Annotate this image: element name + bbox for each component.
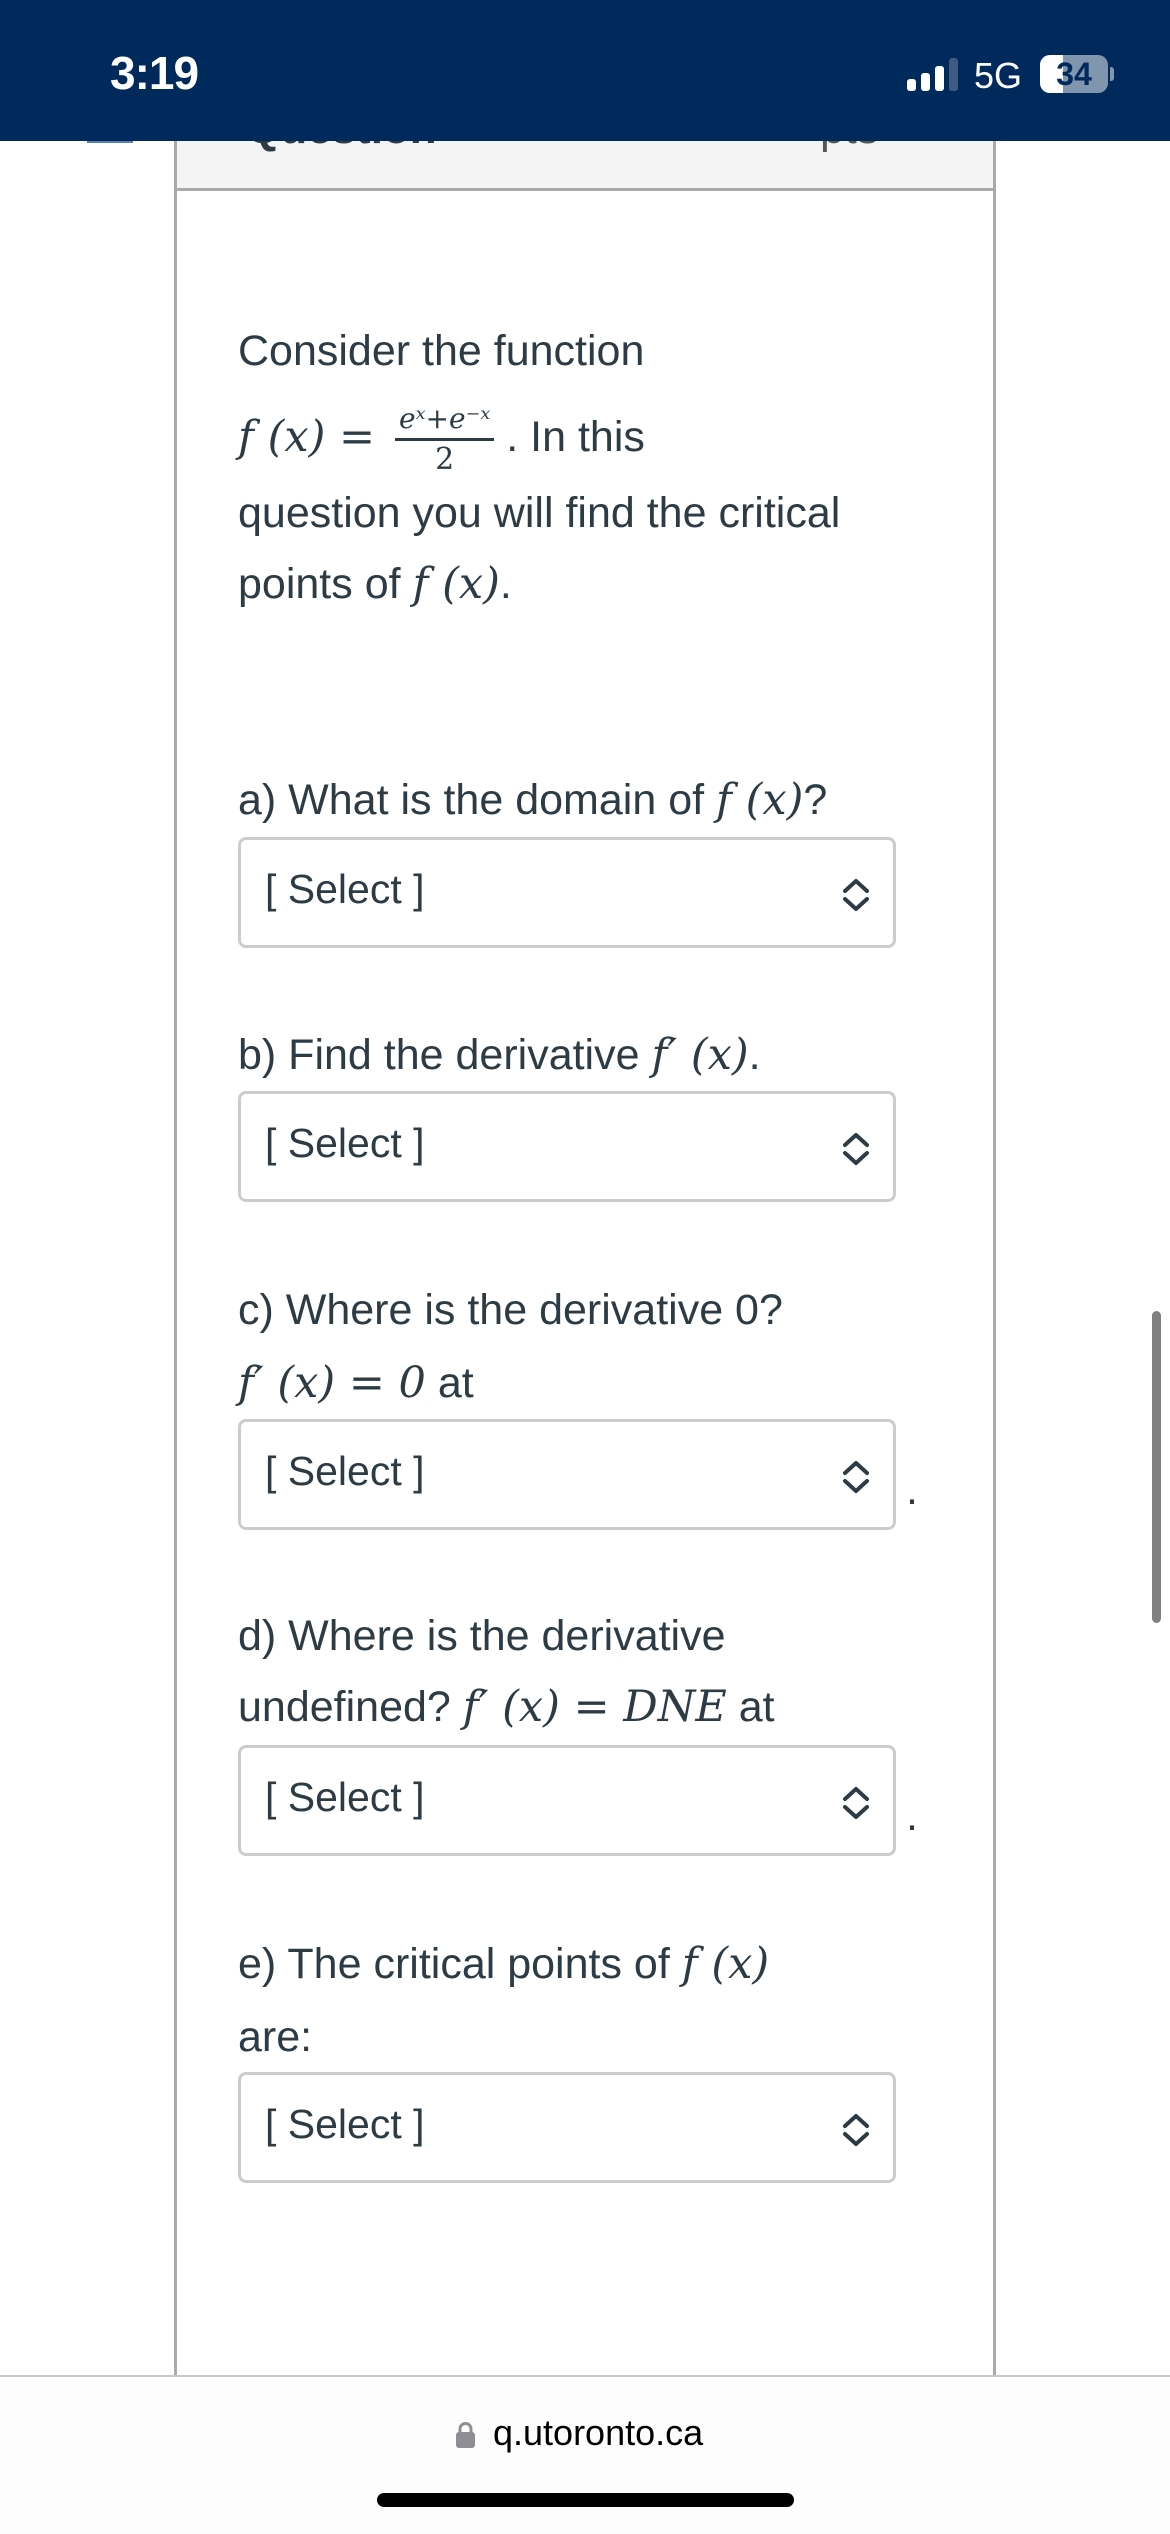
part-d-label: d) Where is the derivative <box>238 1612 726 1660</box>
part-b-text: b) Find the derivative <box>238 1031 640 1079</box>
browser-bottom-bar <box>0 2375 1170 2534</box>
part-c-select[interactable]: [ Select ] <box>238 1419 896 1530</box>
part-c-label: c) Where is the derivative 0? <box>238 1286 783 1334</box>
part-a-label: a) What is the domain of f (x)? <box>238 764 827 836</box>
part-b-select[interactable]: [ Select ] <box>238 1091 896 1202</box>
signal-icon <box>907 58 959 91</box>
part-c-period: . <box>906 1466 918 1514</box>
chevron-up-down-icon <box>843 1787 869 1819</box>
intro-line-4-suffix: . <box>499 560 512 608</box>
status-time: 3:19 <box>110 47 199 99</box>
chevron-up-down-icon <box>843 1461 869 1493</box>
fraction-bar <box>395 438 495 442</box>
battery-nub <box>1110 67 1114 81</box>
part-b-suffix: . <box>748 1031 761 1079</box>
part-a-suffix: ? <box>803 776 828 824</box>
chevron-up-down-icon <box>843 1133 869 1165</box>
part-b-math: f′ (x) <box>651 1030 749 1080</box>
part-d-period: . <box>906 1792 918 1840</box>
intro-line-4-math: f (x) <box>412 559 500 609</box>
part-d-suffix: at <box>738 1683 775 1731</box>
intro-line-4-prefix: points of <box>238 560 401 608</box>
part-a-select-value: [ Select ] <box>265 866 425 912</box>
lock-icon <box>456 2422 475 2448</box>
network-type: 5G <box>974 55 1023 96</box>
battery-percent: 34 <box>1056 56 1092 92</box>
intro-line-3: question you will find the critical <box>238 489 841 537</box>
status-bar: 3:19 5G 34 <box>0 0 1170 141</box>
url-address[interactable]: q.utoronto.ca <box>493 2412 703 2454</box>
part-e-label: e) The critical points of f (x) <box>238 1928 769 2000</box>
battery-icon: 34 <box>1040 55 1108 93</box>
part-e-select-value: [ Select ] <box>265 2101 425 2147</box>
fraction-numerator: eˣ+e⁻ˣ <box>399 402 491 436</box>
chevron-up-down-icon <box>843 2114 869 2146</box>
page-scrollbar[interactable] <box>1152 1311 1161 1623</box>
part-e-select[interactable]: [ Select ] <box>238 2072 896 2183</box>
part-e-text: e) The critical points of <box>238 1940 670 1988</box>
part-b-label: b) Find the derivative f′ (x). <box>238 1019 761 1091</box>
intro-after-function: . In this <box>506 413 645 461</box>
part-d-line2: undefined? f′ (x) = DNE at <box>238 1671 775 1743</box>
part-c-line2: f′ (x) = 0 at <box>238 1347 474 1419</box>
part-a-math: f (x) <box>716 775 804 825</box>
part-d-prefix: undefined? <box>238 1683 451 1731</box>
function-lhs: f (x) = <box>238 412 376 462</box>
chevron-up-down-icon <box>843 879 869 911</box>
part-d-math: f′ (x) = DNE <box>462 1682 727 1732</box>
part-e-line2: are: <box>238 2013 313 2061</box>
part-d-select[interactable]: [ Select ] <box>238 1745 896 1856</box>
part-b-select-value: [ Select ] <box>265 1120 425 1166</box>
intro-line-1: Consider the function <box>238 327 645 375</box>
fraction-denominator: 2 <box>435 442 455 478</box>
part-d-select-value: [ Select ] <box>265 1774 425 1820</box>
home-indicator[interactable] <box>377 2493 794 2507</box>
function-fraction: eˣ+e⁻ˣ 2 <box>395 402 495 478</box>
intro-line-4: points of f (x). <box>238 548 512 620</box>
function-definition: f (x) = eˣ+e⁻ˣ 2 . In this <box>238 392 645 482</box>
part-c-math: f′ (x) = 0 <box>238 1358 426 1408</box>
part-c-suffix: at <box>437 1359 474 1407</box>
part-a-select[interactable]: [ Select ] <box>238 837 896 948</box>
part-e-math: f (x) <box>681 1939 770 1989</box>
part-a-text: a) What is the domain of <box>238 776 705 824</box>
part-c-select-value: [ Select ] <box>265 1448 425 1494</box>
